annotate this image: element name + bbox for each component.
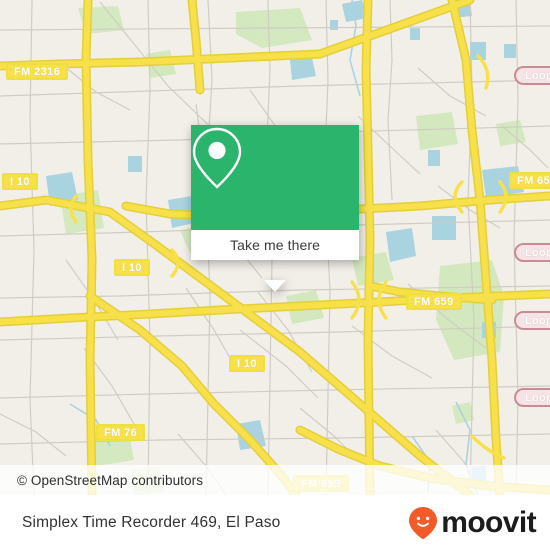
osm-attribution-text[interactable]: © OpenStreetMap contributors	[17, 473, 203, 488]
take-me-there-label: Take me there	[229, 237, 320, 253]
map-canvas[interactable]: FM 2316 I 10 I 10 I 10 FM 76 FM 659 FM 6…	[0, 0, 550, 495]
pill-loop-3-lower: Loop 3	[514, 388, 550, 407]
shield-fm-659-center: FM 659	[406, 293, 462, 310]
shield-fm-76: FM 76	[96, 424, 146, 441]
shield-fm-2316: FM 2316	[6, 63, 69, 80]
popup-footer[interactable]: Take me there	[191, 230, 359, 260]
shield-i10-lower: I 10	[229, 355, 265, 372]
moovit-smiley-pin-icon	[408, 506, 438, 540]
shield-i10-upper: I 10	[2, 173, 38, 190]
pill-loop-3-upper: Loop 3	[514, 243, 550, 262]
moovit-logo[interactable]: moovit	[408, 505, 537, 540]
moovit-wordmark: moovit	[441, 505, 536, 539]
location-popup-card[interactable]: Take me there	[191, 125, 359, 292]
pill-loop-3-top: Loop 3	[514, 66, 550, 85]
popup-header	[191, 125, 359, 230]
map-screenshot: FM 2316 I 10 I 10 I 10 FM 76 FM 659 FM 6…	[0, 0, 550, 550]
shield-i10-mid: I 10	[114, 259, 150, 276]
shield-fm-659-right: FM 659	[509, 172, 550, 189]
pill-loop-3-mid: Loop 3	[514, 311, 550, 330]
map-attribution-bar: © OpenStreetMap contributors	[0, 465, 550, 495]
popup-pointer-tail	[264, 280, 286, 292]
place-title: Simplex Time Recorder 469, El Paso	[22, 513, 281, 531]
footer-bar: Simplex Time Recorder 469, El Paso moovi…	[0, 495, 550, 550]
